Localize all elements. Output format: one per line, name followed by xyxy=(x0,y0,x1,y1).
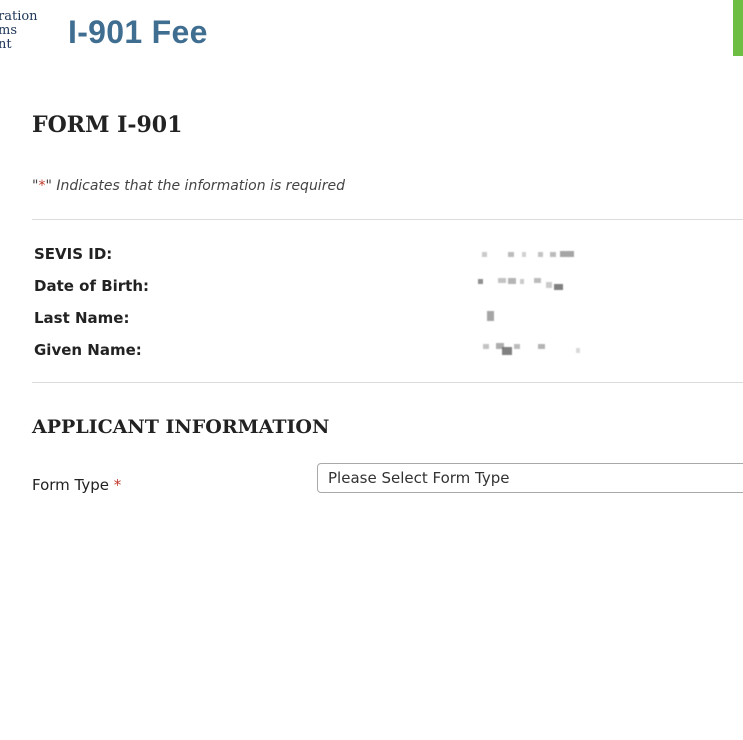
last-name-value-redacted xyxy=(476,309,586,323)
info-row-given-name: Given Name: xyxy=(34,340,142,360)
divider-top xyxy=(32,219,743,220)
form-type-select[interactable]: Please Select Form Type xyxy=(317,463,743,493)
page-title: FORM I-901 xyxy=(32,112,183,138)
dob-value-redacted xyxy=(476,276,586,290)
divider-bottom xyxy=(32,382,743,383)
info-row-date-of-birth: Date of Birth: xyxy=(34,276,149,296)
page: ration ms nt I-901 Fee FORM I-901 "*" In… xyxy=(0,0,743,740)
required-note-text: " Indicates that the information is requ… xyxy=(45,178,345,194)
given-name-value-redacted xyxy=(476,341,586,355)
agency-logo[interactable]: ration ms nt xyxy=(0,10,38,52)
agency-logo-line: ms xyxy=(0,23,17,38)
required-note: "*" Indicates that the information is re… xyxy=(32,178,345,194)
form-type-label: Form Type * xyxy=(32,476,121,494)
site-header: ration ms nt I-901 Fee xyxy=(0,0,743,62)
header-accent-bar xyxy=(733,0,743,56)
info-label: Last Name: xyxy=(34,309,130,327)
form-type-selected-value: Please Select Form Type xyxy=(328,469,510,487)
required-star: * xyxy=(113,476,122,494)
info-row-sevis-id: SEVIS ID: xyxy=(34,244,112,264)
info-label: SEVIS ID: xyxy=(34,245,113,263)
site-title[interactable]: I-901 Fee xyxy=(68,14,208,51)
agency-logo-line: ration xyxy=(0,9,38,24)
info-label: Given Name: xyxy=(34,341,142,359)
agency-logo-line: nt xyxy=(0,37,12,52)
info-label: Date of Birth: xyxy=(34,277,150,295)
form-type-label-text: Form Type xyxy=(32,476,110,494)
section-title-applicant-information: APPLICANT INFORMATION xyxy=(32,416,330,438)
sevis-id-value-redacted xyxy=(476,249,586,263)
info-row-last-name: Last Name: xyxy=(34,308,129,328)
